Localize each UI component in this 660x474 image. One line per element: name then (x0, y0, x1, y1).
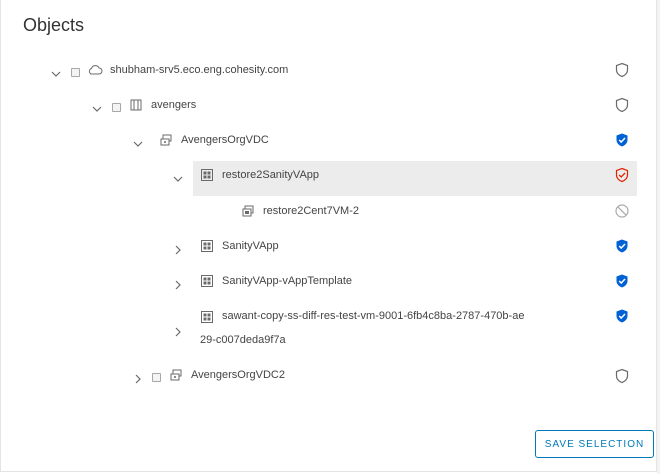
protected-shield-icon (614, 132, 630, 148)
tree-row-label: avengers (151, 99, 197, 111)
panel-title: Objects (23, 15, 85, 35)
unprotected-shield-icon (614, 62, 630, 78)
chevron-down-icon[interactable] (49, 67, 63, 81)
unprotected-shield-icon (614, 97, 630, 113)
vdc-icon (169, 368, 183, 382)
row-checkbox[interactable] (71, 68, 80, 77)
tree-row-label: AvengersOrgVDC2 (191, 369, 285, 381)
error-shield-icon (614, 167, 630, 183)
chevron-down-icon[interactable] (171, 172, 185, 186)
chevron-right-icon[interactable] (171, 325, 185, 339)
chevron-down-icon[interactable] (90, 102, 104, 116)
vapp-icon (200, 168, 214, 182)
tree-row-vm[interactable]: restore2Cent7VM-2 (0, 203, 660, 239)
tree-row-vapp[interactable]: SanityVApp (0, 238, 660, 274)
tree-row-vapp-selected[interactable]: restore2SanityVApp (0, 161, 660, 198)
tree-row-label: restore2Cent7VM-2 (263, 205, 359, 217)
row-checkbox[interactable] (152, 373, 161, 382)
chevron-right-icon[interactable] (171, 243, 185, 257)
cloud-icon (87, 63, 103, 77)
unprotected-shield-icon (614, 368, 630, 384)
protected-shield-icon (614, 308, 630, 324)
protected-shield-icon (614, 238, 630, 254)
chevron-right-icon[interactable] (171, 278, 185, 292)
chevron-down-icon[interactable] (131, 137, 145, 151)
tree-row-cloud[interactable]: shubham-srv5.eco.eng.cohesity.com (0, 62, 660, 98)
save-selection-button[interactable]: SAVE SELECTION (535, 430, 654, 458)
tree-row-organization[interactable]: avengers (0, 97, 660, 133)
tree-row-label: AvengersOrgVDC (181, 134, 269, 146)
excluded-icon (614, 203, 630, 219)
tree-row-vapp-long[interactable]: sawant-copy-ss-diff-res-test-vm-9001-6fb… (0, 308, 660, 356)
vapp-icon (200, 274, 214, 288)
vm-icon (241, 204, 255, 218)
tree-row-label: sawant-copy-ss-diff-res-test-vm-9001-6fb… (200, 310, 525, 346)
tree-row-label: SanityVApp-vAppTemplate (222, 275, 353, 287)
tree-row-label: shubham-srv5.eco.eng.cohesity.com (110, 64, 289, 76)
chevron-right-icon[interactable] (131, 372, 145, 386)
organization-icon (129, 98, 143, 112)
row-checkbox[interactable] (112, 103, 121, 112)
vdc-icon (159, 133, 173, 147)
tree-row-vdc-2[interactable]: AvengersOrgVDC2 (0, 367, 660, 403)
tree-row-label: SanityVApp (222, 240, 279, 252)
protected-shield-icon (614, 273, 630, 289)
tree-row-label: restore2SanityVApp (222, 169, 320, 181)
vapp-icon (200, 239, 214, 253)
